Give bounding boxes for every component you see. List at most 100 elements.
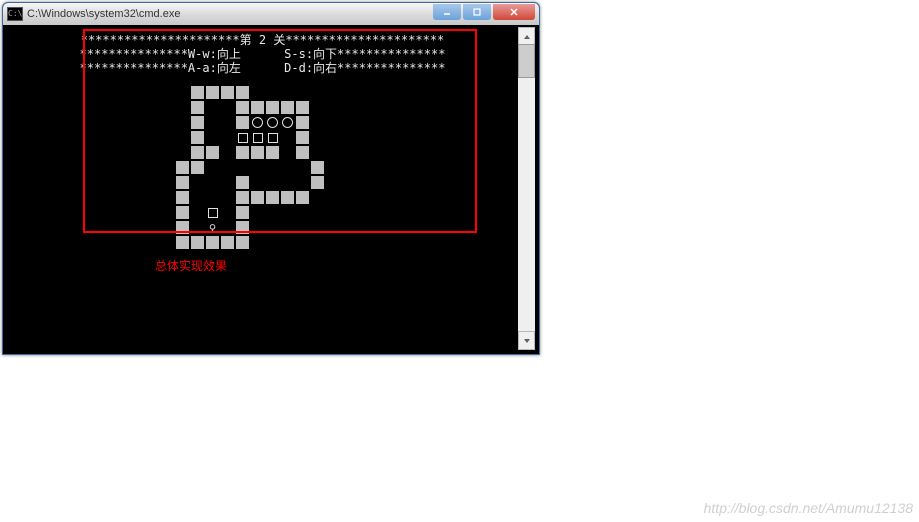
wall-cell <box>295 190 310 205</box>
wall-cell <box>265 190 280 205</box>
header-line-1: **********************第 2 关*************… <box>7 33 518 47</box>
board-row <box>175 175 325 190</box>
board-row <box>175 100 325 115</box>
empty-cell <box>280 160 295 175</box>
wall-cell <box>295 100 310 115</box>
wall-cell <box>295 130 310 145</box>
wall-cell <box>220 85 235 100</box>
empty-cell <box>220 190 235 205</box>
annotation-caption: 总体实现效果 <box>155 257 227 274</box>
close-button[interactable] <box>493 4 535 20</box>
empty-cell <box>190 220 205 235</box>
empty-cell <box>190 205 205 220</box>
goal-cell <box>265 115 280 130</box>
cmd-icon: C:\ <box>7 7 23 21</box>
console-output: **********************第 2 关*************… <box>7 27 518 350</box>
wall-cell <box>190 160 205 175</box>
board-row <box>175 145 325 160</box>
wall-cell <box>205 85 220 100</box>
empty-cell <box>295 160 310 175</box>
empty-cell <box>250 85 265 100</box>
wall-cell <box>235 220 250 235</box>
empty-cell <box>280 145 295 160</box>
wall-cell <box>190 115 205 130</box>
wall-cell <box>220 235 235 250</box>
empty-cell <box>205 190 220 205</box>
empty-cell <box>280 235 295 250</box>
box-cell <box>235 130 250 145</box>
empty-cell <box>220 130 235 145</box>
wall-cell <box>250 145 265 160</box>
scroll-down-button[interactable] <box>518 331 535 350</box>
header-line-2: ***************W-w:向上 S-s:向下************… <box>7 47 518 61</box>
wall-cell <box>190 85 205 100</box>
wall-cell <box>265 145 280 160</box>
wall-cell <box>175 160 190 175</box>
wall-cell <box>175 190 190 205</box>
empty-cell <box>190 190 205 205</box>
wall-cell <box>295 145 310 160</box>
empty-cell <box>190 175 205 190</box>
board-row <box>175 85 325 100</box>
board-row <box>175 115 325 130</box>
empty-cell <box>220 100 235 115</box>
empty-cell <box>220 160 235 175</box>
wall-cell <box>310 160 325 175</box>
empty-cell <box>205 175 220 190</box>
empty-cell <box>280 85 295 100</box>
vertical-scrollbar[interactable] <box>518 27 535 350</box>
empty-cell <box>205 115 220 130</box>
wall-cell <box>235 85 250 100</box>
empty-cell <box>250 175 265 190</box>
maximize-button[interactable] <box>463 4 491 20</box>
empty-cell <box>220 115 235 130</box>
empty-cell <box>280 205 295 220</box>
empty-cell <box>265 205 280 220</box>
wall-cell <box>175 235 190 250</box>
empty-cell <box>220 220 235 235</box>
game-board <box>175 85 325 250</box>
board-row <box>175 190 325 205</box>
wall-cell <box>310 175 325 190</box>
wall-cell <box>190 235 205 250</box>
wall-cell <box>235 145 250 160</box>
wall-cell <box>280 190 295 205</box>
empty-cell <box>265 85 280 100</box>
wall-cell <box>235 115 250 130</box>
wall-cell <box>235 175 250 190</box>
goal-cell <box>250 115 265 130</box>
player-cell <box>205 220 220 235</box>
empty-cell <box>295 175 310 190</box>
client-area: **********************第 2 关*************… <box>7 27 535 350</box>
empty-cell <box>175 145 190 160</box>
empty-cell <box>235 160 250 175</box>
box-cell <box>205 205 220 220</box>
empty-cell <box>280 130 295 145</box>
titlebar[interactable]: C:\ C:\Windows\system32\cmd.exe <box>3 3 539 25</box>
empty-cell <box>205 100 220 115</box>
minimize-button[interactable] <box>433 4 461 20</box>
wall-cell <box>295 115 310 130</box>
scroll-thumb[interactable] <box>518 44 535 78</box>
empty-cell <box>295 205 310 220</box>
empty-cell <box>175 115 190 130</box>
empty-cell <box>175 130 190 145</box>
wall-cell <box>190 130 205 145</box>
empty-cell <box>205 130 220 145</box>
empty-cell <box>220 175 235 190</box>
empty-cell <box>265 220 280 235</box>
header-line-3: ***************A-a:向左 D-d:向右************… <box>7 61 518 75</box>
wall-cell <box>175 205 190 220</box>
window-title: C:\Windows\system32\cmd.exe <box>27 8 431 20</box>
window-controls <box>431 5 535 23</box>
board-row <box>175 205 325 220</box>
empty-cell <box>295 85 310 100</box>
wall-cell <box>265 100 280 115</box>
empty-cell <box>175 85 190 100</box>
wall-cell <box>235 205 250 220</box>
wall-cell <box>175 220 190 235</box>
empty-cell <box>295 235 310 250</box>
empty-cell <box>250 220 265 235</box>
box-cell <box>265 130 280 145</box>
empty-cell <box>205 160 220 175</box>
